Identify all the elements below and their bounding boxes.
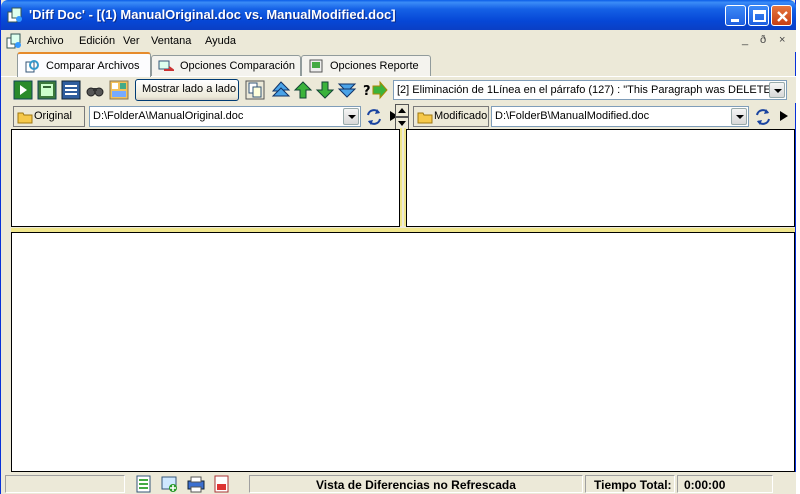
chevron-down-icon[interactable] bbox=[731, 108, 747, 125]
refresh-icon[interactable] bbox=[364, 107, 384, 127]
difference-selector[interactable]: [2] Eliminación de 1Línea en el párrafo … bbox=[393, 80, 787, 100]
layout-button[interactable] bbox=[109, 80, 129, 100]
tab-comparar-archivos[interactable]: Comparar Archivos bbox=[17, 52, 151, 77]
binoculars-icon bbox=[86, 87, 104, 97]
original-document-pane[interactable] bbox=[11, 129, 400, 227]
total-time-label-cell: Tiempo Total: bbox=[585, 475, 675, 493]
document-icon[interactable] bbox=[6, 33, 22, 49]
difference-selector-value: [2] Eliminación de 1Línea en el párrafo … bbox=[397, 84, 782, 96]
modified-button[interactable]: Modificado bbox=[413, 106, 489, 127]
play-green-icon bbox=[13, 80, 33, 100]
app-window: 'Diff Doc' - [(1) ManualOriginal.doc vs.… bbox=[0, 0, 796, 494]
total-time-value: 0:00:00 bbox=[684, 478, 726, 492]
mdi-close-button[interactable]: × bbox=[779, 34, 785, 46]
sync-icon bbox=[245, 80, 265, 100]
status-bar: Vista de Diferencias no Refrescada Tiemp… bbox=[1, 472, 796, 494]
mdi-restore-button[interactable]: ð bbox=[760, 34, 766, 46]
play-arrow-icon[interactable] bbox=[779, 110, 789, 122]
left-path-bar: Original D:\FolderA\ManualOriginal.doc bbox=[13, 106, 400, 128]
tab-opciones-comparacion[interactable]: Opciones Comparación bbox=[151, 55, 301, 76]
menu-ver[interactable]: Ver bbox=[123, 35, 140, 47]
question-mark: ? bbox=[363, 84, 371, 99]
view-status-cell: Vista de Diferencias no Refrescada bbox=[249, 475, 583, 493]
report-icon bbox=[37, 80, 57, 100]
maximize-icon bbox=[753, 10, 766, 22]
mdi-minimize-button[interactable]: _ bbox=[742, 34, 748, 46]
status-cell-empty bbox=[5, 475, 125, 493]
modified-path-field[interactable]: D:\FolderB\ManualModified.doc bbox=[491, 106, 749, 127]
total-time-label: Tiempo Total: bbox=[594, 478, 672, 492]
close-icon bbox=[777, 11, 788, 22]
close-button[interactable] bbox=[771, 5, 792, 26]
minimize-button[interactable] bbox=[725, 5, 746, 26]
chevron-down-icon[interactable] bbox=[343, 108, 359, 125]
list-view-icon bbox=[61, 80, 81, 100]
refresh-icon[interactable] bbox=[753, 107, 773, 127]
chevron-down-icon[interactable] bbox=[769, 82, 785, 98]
arrow-up-icon bbox=[293, 81, 313, 99]
tab-strip: Comparar Archivos Opciones Comparación O… bbox=[1, 52, 796, 77]
previous-difference-button[interactable] bbox=[293, 80, 313, 100]
right-path-bar: Modificado D:\FolderB\ManualModified.doc bbox=[413, 106, 795, 128]
main-toolbar: Mostrar lado a lado ? [2] Eliminación de… bbox=[1, 76, 796, 103]
original-label: Original bbox=[34, 110, 72, 122]
menu-ayuda[interactable]: Ayuda bbox=[205, 35, 236, 47]
original-button[interactable]: Original bbox=[13, 106, 85, 127]
modified-path-value: D:\FolderB\ManualModified.doc bbox=[495, 110, 650, 122]
tab-label: Opciones Reporte bbox=[330, 60, 419, 72]
difference-view-pane[interactable] bbox=[11, 232, 795, 472]
title-bar[interactable]: 'Diff Doc' - [(1) ManualOriginal.doc vs.… bbox=[1, 0, 796, 30]
tab-label: Opciones Comparación bbox=[180, 60, 295, 72]
folder-icon bbox=[17, 112, 33, 124]
window-title: 'Diff Doc' - [(1) ManualOriginal.doc vs.… bbox=[29, 7, 396, 22]
maximize-button[interactable] bbox=[748, 5, 769, 26]
original-path-field[interactable]: D:\FolderA\ManualOriginal.doc bbox=[89, 106, 361, 127]
tab-label: Comparar Archivos bbox=[46, 60, 140, 72]
side-by-side-button[interactable]: Mostrar lado a lado bbox=[135, 79, 239, 101]
start-compare-button[interactable] bbox=[13, 80, 33, 100]
next-difference-button[interactable] bbox=[315, 80, 335, 100]
double-arrow-up-icon bbox=[271, 81, 291, 97]
report-options-icon bbox=[309, 59, 323, 73]
double-arrow-down-icon bbox=[337, 83, 357, 98]
print-icon[interactable] bbox=[187, 475, 205, 493]
menu-ventana[interactable]: Ventana bbox=[151, 35, 191, 47]
goto-difference-button[interactable]: ? bbox=[361, 80, 389, 100]
menu-archivo[interactable]: Archivo bbox=[27, 35, 64, 47]
vertical-spinner-icon[interactable] bbox=[395, 104, 409, 130]
last-difference-button[interactable] bbox=[337, 80, 357, 100]
folder-icon bbox=[417, 112, 433, 124]
find-button[interactable] bbox=[85, 80, 105, 100]
question-arrow-icon: ? bbox=[363, 80, 388, 100]
comparison-options-icon bbox=[158, 60, 174, 71]
menu-edicion[interactable]: Edición bbox=[79, 35, 115, 47]
open-report-button[interactable] bbox=[37, 80, 57, 100]
tab-opciones-reporte[interactable]: Opciones Reporte bbox=[301, 55, 431, 76]
compare-files-icon bbox=[25, 60, 39, 73]
view-status-text: Vista de Diferencias no Refrescada bbox=[316, 478, 516, 492]
view-list-button[interactable] bbox=[61, 80, 81, 100]
app-icon bbox=[7, 7, 22, 23]
minimize-icon bbox=[731, 19, 739, 22]
total-time-value-cell: 0:00:00 bbox=[677, 475, 773, 493]
arrow-down-icon bbox=[315, 81, 335, 99]
modified-label: Modificado bbox=[434, 110, 488, 122]
first-difference-button[interactable] bbox=[271, 80, 291, 100]
menu-bar: Archivo Edición Ver Ventana Ayuda _ ð × bbox=[1, 30, 796, 52]
modified-document-pane[interactable] bbox=[406, 129, 795, 227]
original-path-value: D:\FolderA\ManualOriginal.doc bbox=[93, 110, 244, 122]
delete-view-icon[interactable] bbox=[213, 475, 231, 493]
sync-scroll-button[interactable] bbox=[245, 80, 265, 100]
document-view-icon[interactable] bbox=[135, 475, 153, 493]
add-view-icon[interactable] bbox=[161, 475, 179, 493]
grid-layout-icon bbox=[109, 80, 129, 100]
